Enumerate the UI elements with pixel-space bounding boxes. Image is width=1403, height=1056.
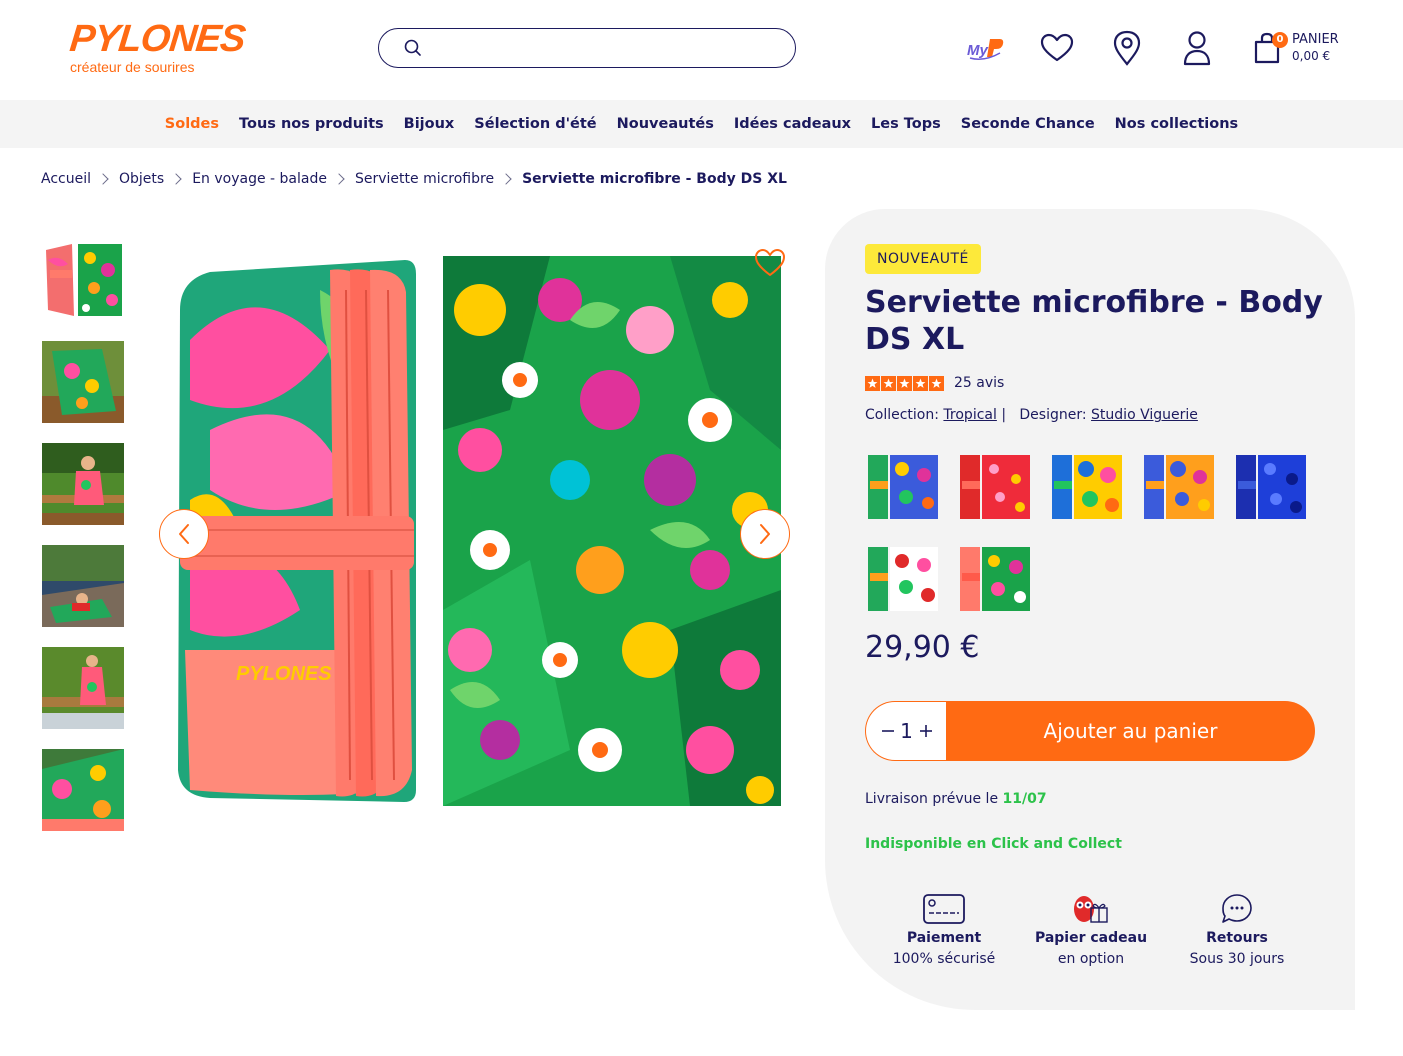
quantity-value[interactable]: 1: [900, 719, 914, 743]
variant-swatch[interactable]: [866, 453, 940, 521]
gift-owl-icon: [1074, 896, 1108, 923]
chevron-right-icon: [500, 173, 512, 185]
add-to-cart-button[interactable]: Ajouter au panier: [946, 701, 1315, 761]
perk-returns: Retours Sous 30 jours: [1162, 892, 1312, 967]
quantity-stepper[interactable]: 1: [865, 701, 947, 761]
cart-label: PANIER: [1292, 32, 1339, 47]
minus-icon: [881, 730, 894, 732]
nav-item-soldes[interactable]: Soldes: [155, 116, 229, 132]
perk-title: Paiement: [906, 930, 982, 946]
breadcrumb-item[interactable]: Serviette microfibre: [355, 171, 494, 187]
perk-subtitle: en option: [1057, 951, 1125, 967]
reviews-link[interactable]: 25 avis: [954, 375, 1004, 391]
star-icon: [929, 375, 944, 391]
star-icon: [865, 375, 880, 391]
add-to-wishlist-heart-icon[interactable]: [754, 248, 786, 278]
product-price: 29,90 €: [865, 630, 980, 665]
variant-swatch[interactable]: [1234, 453, 1308, 521]
star-icon: [913, 375, 928, 391]
variant-swatch[interactable]: [866, 545, 940, 613]
breadcrumb: Accueil Objets En voyage - balade Servie…: [41, 168, 787, 190]
cart-count-badge: 0: [1272, 32, 1288, 48]
product-thumbnail[interactable]: [42, 647, 124, 729]
pylones-logo[interactable]: PYLONES créateur de sourires: [67, 18, 247, 76]
collection-label: Collection:: [865, 407, 939, 423]
logo-tagline: créateur de sourires: [70, 59, 195, 75]
breadcrumb-item[interactable]: En voyage - balade: [192, 171, 327, 187]
product-thumbnail[interactable]: [42, 545, 124, 627]
meta-separator: |: [1001, 407, 1007, 423]
quantity-decrease-button[interactable]: [880, 721, 896, 741]
location-pin-icon[interactable]: [1107, 28, 1147, 68]
search-icon[interactable]: [403, 38, 423, 58]
previous-image-button[interactable]: [159, 509, 209, 559]
user-icon[interactable]: [1177, 28, 1217, 68]
product-thumbnail[interactable]: [42, 341, 124, 423]
perk-subtitle: Sous 30 jours: [1189, 951, 1285, 967]
chevron-right-icon: [170, 173, 182, 185]
product-meta: Collection: Tropical | Designer: Studio …: [865, 407, 1198, 423]
logo-title: PYLONES: [67, 18, 247, 60]
main-nav: Soldes Tous nos produits Bijoux Sélectio…: [0, 100, 1403, 148]
site-header: PYLONES créateur de sourires My 0 PANIER…: [0, 0, 1403, 100]
chevron-left-icon: [179, 524, 189, 544]
variant-swatch[interactable]: [1050, 453, 1124, 521]
chevron-right-icon: [333, 173, 345, 185]
svg-text:My: My: [967, 42, 988, 59]
perk-title: Papier cadeau: [1034, 930, 1148, 946]
product-title: Serviette microfibre - Body DS XL: [865, 285, 1323, 357]
cart-button[interactable]: 0 PANIER 0,00 €: [1250, 28, 1360, 68]
collection-link[interactable]: Tropical: [943, 407, 996, 423]
nav-item-nouveautes[interactable]: Nouveautés: [607, 116, 724, 132]
delivery-label: Livraison prévue le: [865, 791, 999, 807]
next-image-button[interactable]: [740, 509, 790, 559]
myp-loyalty-icon[interactable]: My: [966, 28, 1006, 68]
variant-swatch[interactable]: [958, 453, 1032, 521]
perk-subtitle: 100% sécurisé: [892, 951, 996, 967]
nav-item-seconde-chance[interactable]: Seconde Chance: [951, 116, 1105, 132]
nav-item-idees-cadeaux[interactable]: Idées cadeaux: [724, 116, 861, 132]
quantity-increase-button[interactable]: [918, 721, 934, 741]
new-badge: NOUVEAUTÉ: [865, 244, 981, 274]
product-thumbnail[interactable]: [42, 443, 124, 525]
variant-swatch-selected[interactable]: [958, 545, 1032, 613]
credit-card-icon: [923, 894, 965, 924]
product-thumbnail[interactable]: [42, 240, 124, 322]
product-rating: 25 avis: [865, 373, 1004, 393]
nav-item-bijoux[interactable]: Bijoux: [394, 116, 465, 132]
chevron-right-icon: [760, 524, 770, 544]
rating-stars: [865, 375, 944, 391]
chevron-right-icon: [97, 173, 109, 185]
svg-text:PYLONES: PYLONES: [236, 663, 332, 685]
click-collect-status: Indisponible en Click and Collect: [865, 836, 1122, 852]
product-main-image[interactable]: PYLONES: [150, 230, 800, 830]
breadcrumb-current: Serviette microfibre - Body DS XL: [522, 171, 787, 187]
star-icon: [881, 375, 896, 391]
nav-item-nos-collections[interactable]: Nos collections: [1105, 116, 1249, 132]
nav-item-tous-nos-produits[interactable]: Tous nos produits: [229, 116, 394, 132]
search-input[interactable]: [431, 35, 781, 61]
nav-item-les-tops[interactable]: Les Tops: [861, 116, 951, 132]
product-thumbnail[interactable]: [42, 749, 124, 831]
plus-icon: [919, 725, 932, 737]
perk-title: Retours: [1206, 930, 1268, 946]
delivery-date: 11/07: [1002, 791, 1047, 807]
perk-gift-wrap: Papier cadeau en option: [1016, 892, 1166, 967]
heart-icon[interactable]: [1037, 28, 1077, 68]
delivery-info: Livraison prévue le 11/07: [865, 791, 1047, 807]
breadcrumb-item[interactable]: Accueil: [41, 171, 91, 187]
breadcrumb-item[interactable]: Objets: [119, 171, 164, 187]
designer-label: Designer:: [1019, 407, 1087, 423]
variant-swatch[interactable]: [1142, 453, 1216, 521]
nav-item-selection-ete[interactable]: Sélection d'été: [464, 116, 606, 132]
designer-link[interactable]: Studio Viguerie: [1091, 407, 1198, 423]
star-icon: [897, 375, 912, 391]
search-bar[interactable]: [378, 28, 796, 68]
perk-payment: Paiement 100% sécurisé: [869, 892, 1019, 967]
chat-bubble-icon: [1222, 894, 1252, 923]
cart-total: 0,00 €: [1292, 49, 1331, 63]
